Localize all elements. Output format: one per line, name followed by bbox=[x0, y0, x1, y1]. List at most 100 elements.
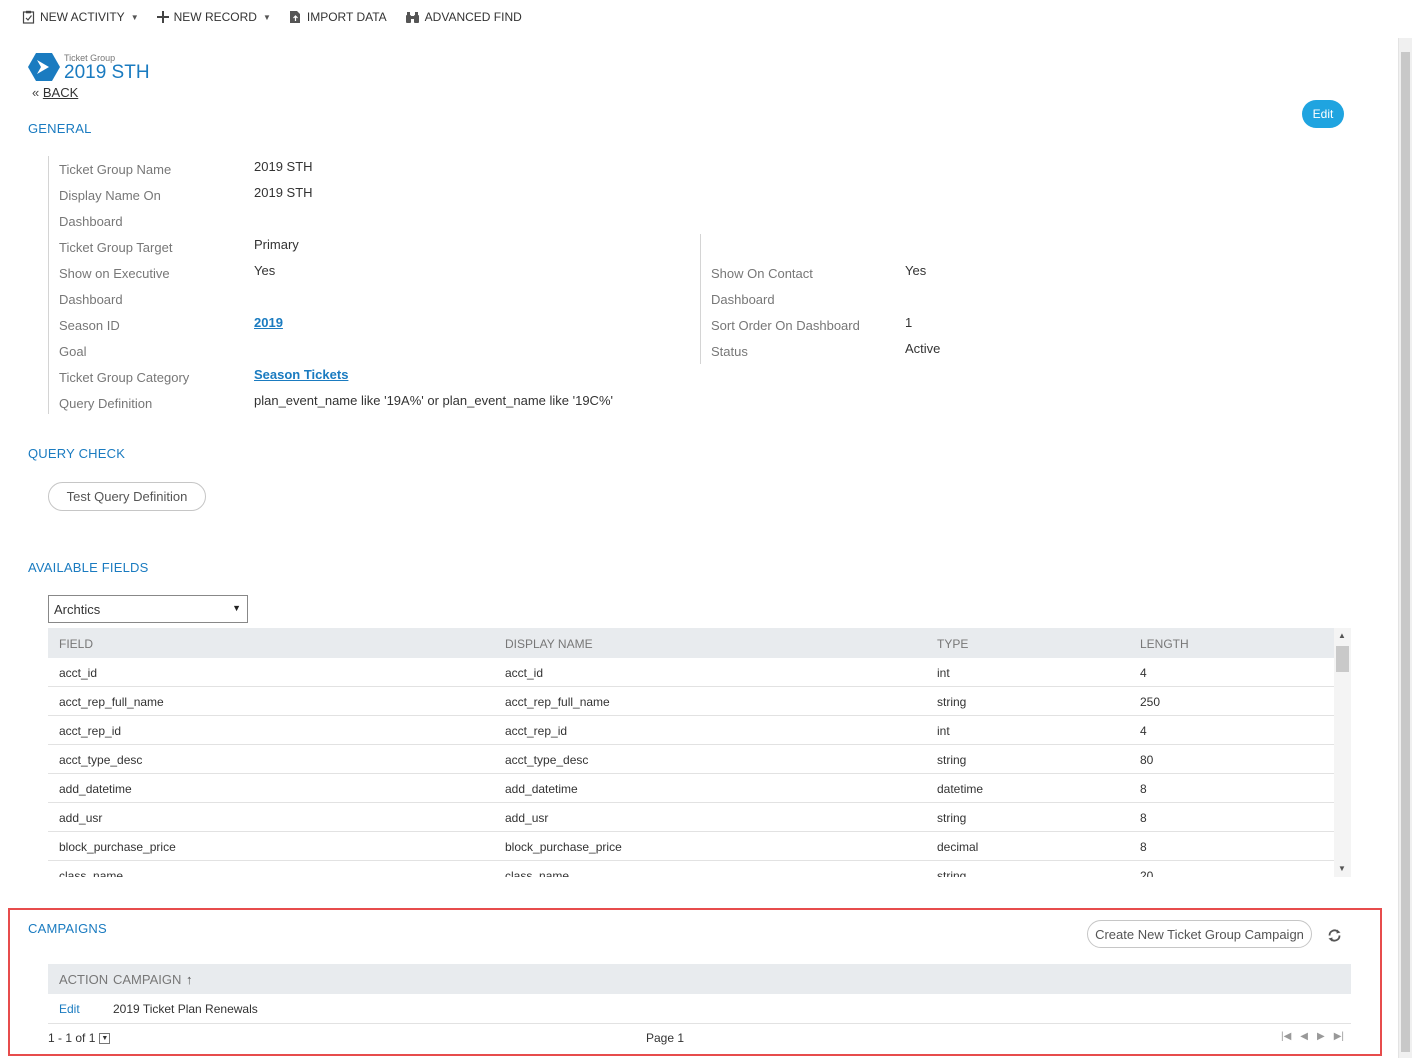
pager-record-count: 1 - 1 of 1 ▼ bbox=[48, 1031, 111, 1045]
sort-order-label: Sort Order On Dashboard bbox=[711, 318, 860, 333]
chevron-down-icon: ▼ bbox=[130, 12, 139, 22]
show-contact-value: Yes bbox=[905, 263, 927, 278]
field-cell: acct_rep_id bbox=[59, 724, 122, 738]
column-header-field[interactable]: FIELD bbox=[59, 637, 93, 651]
new-record-label: NEW RECORD bbox=[173, 10, 257, 24]
type-cell: string bbox=[937, 695, 967, 709]
campaign-edit-link[interactable]: Edit bbox=[59, 1002, 80, 1016]
column-header-display-name[interactable]: DISPLAY NAME bbox=[505, 637, 593, 651]
column-header-campaign[interactable]: CAMPAIGN bbox=[113, 972, 181, 987]
import-data-label: IMPORT DATA bbox=[306, 10, 387, 24]
table-row[interactable]: class_name class_name string 20 bbox=[48, 861, 1334, 877]
field-source-select[interactable]: Archtics ▼ bbox=[48, 595, 248, 623]
clipboard-icon bbox=[22, 10, 35, 24]
campaigns-grid-header: ACTION CAMPAIGN ↑ bbox=[48, 964, 1351, 994]
table-row[interactable]: block_purchase_price block_purchase_price… bbox=[48, 832, 1334, 861]
ticket-group-target-label: Ticket Group Target bbox=[59, 240, 173, 255]
page-scrollbar[interactable] bbox=[1398, 38, 1412, 1058]
table-row[interactable]: acct_rep_full_name acct_rep_full_name stri… bbox=[48, 687, 1334, 716]
new-record-button[interactable]: NEW RECORD ▼ bbox=[156, 10, 271, 24]
sort-ascending-icon[interactable]: ↑ bbox=[186, 972, 193, 987]
back-link-label[interactable]: BACK bbox=[43, 85, 78, 100]
length-cell: 8 bbox=[1140, 782, 1147, 796]
page-size-dropdown-icon[interactable]: ▼ bbox=[99, 1032, 111, 1044]
display-name-cell: add_usr bbox=[505, 811, 549, 825]
chevron-down-icon: ▼ bbox=[262, 12, 271, 22]
table-row[interactable]: acct_id acct_id int 4 bbox=[48, 658, 1334, 687]
ticket-group-category-label: Ticket Group Category bbox=[59, 370, 190, 385]
goal-label: Goal bbox=[59, 344, 87, 359]
last-page-icon[interactable]: ▶| bbox=[1334, 1031, 1344, 1042]
import-data-button[interactable]: IMPORT DATA bbox=[289, 10, 387, 24]
status-label: Status bbox=[711, 344, 748, 359]
ticket-group-logo-icon bbox=[28, 53, 60, 81]
table-row[interactable]: acct_rep_id acct_rep_id int 4 bbox=[48, 716, 1334, 745]
ticket-group-target-value: Primary bbox=[254, 237, 299, 252]
field-cell: add_datetime bbox=[59, 782, 132, 796]
new-activity-button[interactable]: NEW ACTIVITY ▼ bbox=[22, 10, 139, 24]
column-header-type[interactable]: TYPE bbox=[937, 637, 968, 651]
display-name-label: Display Name On bbox=[59, 188, 161, 203]
previous-page-icon[interactable]: ◀ bbox=[1300, 1031, 1308, 1042]
column-divider bbox=[700, 234, 701, 364]
type-cell: datetime bbox=[937, 782, 984, 796]
display-name-cell: acct_type_desc bbox=[505, 753, 589, 767]
type-cell: int bbox=[937, 666, 950, 680]
field-cell: acct_id bbox=[59, 666, 98, 680]
display-name-cell: add_datetime bbox=[505, 782, 578, 796]
table-row[interactable]: add_usr add_usr string 8 bbox=[48, 803, 1334, 832]
next-page-icon[interactable]: ▶ bbox=[1317, 1031, 1325, 1042]
available-fields-section-title: AVAILABLE FIELDS bbox=[28, 560, 149, 575]
table-row: Edit 2019 Ticket Plan Renewals bbox=[48, 994, 1351, 1024]
display-name-label-cont: Dashboard bbox=[59, 214, 123, 229]
field-cell: block_purchase_price bbox=[59, 840, 176, 854]
ticket-group-name-value: 2019 STH bbox=[254, 159, 313, 174]
show-contact-label-cont: Dashboard bbox=[711, 292, 775, 307]
scroll-down-icon[interactable]: ▼ bbox=[1338, 864, 1346, 873]
show-executive-label-cont: Dashboard bbox=[59, 292, 123, 307]
column-header-action[interactable]: ACTION bbox=[59, 972, 108, 987]
pager-count-label: 1 - 1 of 1 bbox=[48, 1031, 96, 1045]
show-contact-label: Show On Contact bbox=[711, 266, 813, 281]
display-name-cell: acct_rep_full_name bbox=[505, 695, 610, 709]
display-name-value: 2019 STH bbox=[254, 185, 313, 200]
query-definition-value: plan_event_name like '19A%' or plan_even… bbox=[254, 393, 613, 408]
advanced-find-button[interactable]: ADVANCED FIND bbox=[405, 10, 522, 24]
type-cell: string bbox=[937, 869, 967, 877]
status-value: Active bbox=[905, 341, 941, 356]
edit-button[interactable]: Edit bbox=[1302, 100, 1344, 128]
season-id-value: 2019 bbox=[254, 315, 283, 330]
show-executive-value: Yes bbox=[254, 263, 276, 278]
back-link[interactable]: « BACK bbox=[32, 85, 78, 100]
length-cell: 80 bbox=[1140, 753, 1154, 767]
length-cell: 4 bbox=[1140, 666, 1147, 680]
display-name-cell: acct_id bbox=[505, 666, 544, 680]
query-check-section-title: QUERY CHECK bbox=[28, 446, 126, 461]
field-cell: add_usr bbox=[59, 811, 103, 825]
first-page-icon[interactable]: |◀ bbox=[1281, 1031, 1291, 1042]
available-fields-grid: FIELD DISPLAY NAME TYPE LENGTH acct_id ac… bbox=[48, 628, 1351, 877]
display-name-cell: block_purchase_price bbox=[505, 840, 622, 854]
create-campaign-button[interactable]: Create New Ticket Group Campaign bbox=[1087, 920, 1312, 948]
back-prefix: « bbox=[32, 85, 40, 100]
column-header-length[interactable]: LENGTH bbox=[1140, 637, 1189, 651]
page-scrollbar-thumb[interactable] bbox=[1401, 52, 1410, 1052]
grid-scrollbar[interactable]: ▲ ▼ bbox=[1334, 628, 1351, 877]
display-name-cell: acct_rep_id bbox=[505, 724, 568, 738]
season-id-link[interactable]: 2019 bbox=[254, 315, 283, 330]
table-row[interactable]: acct_type_desc acct_type_desc string 80 bbox=[48, 745, 1334, 774]
pager-navigation: |◀ ◀ ▶ ▶| bbox=[1281, 1031, 1344, 1042]
scroll-up-icon[interactable]: ▲ bbox=[1338, 631, 1346, 640]
test-query-button[interactable]: Test Query Definition bbox=[48, 482, 206, 511]
query-definition-label: Query Definition bbox=[59, 396, 153, 411]
type-cell: int bbox=[937, 724, 950, 738]
length-cell: 20 bbox=[1140, 869, 1154, 877]
refresh-icon[interactable] bbox=[1327, 928, 1342, 943]
table-row[interactable]: add_datetime add_datetime datetime 8 bbox=[48, 774, 1334, 803]
ticket-group-category-value: Season Tickets bbox=[254, 367, 348, 382]
grid-scrollbar-thumb[interactable] bbox=[1336, 646, 1349, 672]
ticket-group-category-link[interactable]: Season Tickets bbox=[254, 367, 348, 382]
dropdown-arrow-icon: ▼ bbox=[232, 603, 241, 613]
length-cell: 8 bbox=[1140, 811, 1147, 825]
type-cell: string bbox=[937, 811, 967, 825]
